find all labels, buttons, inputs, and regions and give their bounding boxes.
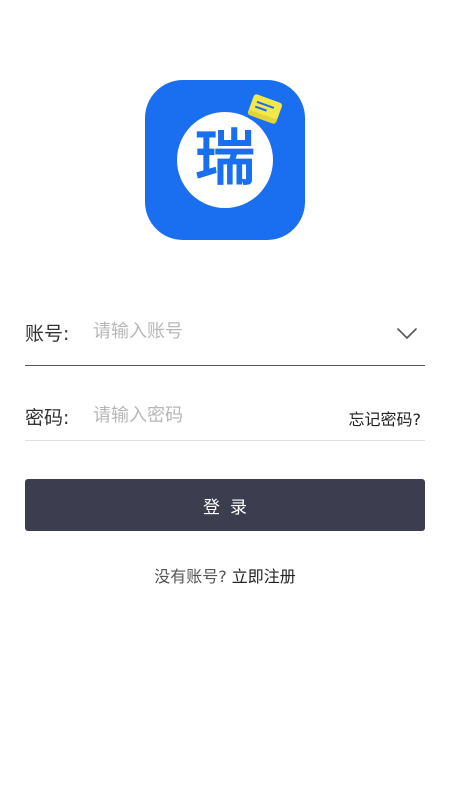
register-link[interactable]: 立即注册: [232, 567, 296, 586]
register-prompt: 没有账号?: [154, 567, 227, 586]
logo-character: 瑞: [195, 124, 255, 194]
forgot-password-link[interactable]: 忘记密码?: [349, 406, 422, 430]
account-row: 账号:: [25, 305, 425, 366]
login-button[interactable]: 登录: [25, 479, 425, 531]
logo-circle: 瑞: [177, 112, 273, 208]
account-label: 账号:: [25, 323, 70, 345]
register-line: 没有账号? 立即注册: [0, 563, 450, 587]
app-logo: 瑞: [145, 80, 305, 240]
account-input[interactable]: [93, 317, 343, 345]
password-input[interactable]: [93, 401, 343, 429]
password-row: 密码: 忘记密码?: [25, 395, 425, 441]
password-label: 密码:: [25, 407, 70, 429]
chevron-down-icon[interactable]: [397, 323, 417, 343]
